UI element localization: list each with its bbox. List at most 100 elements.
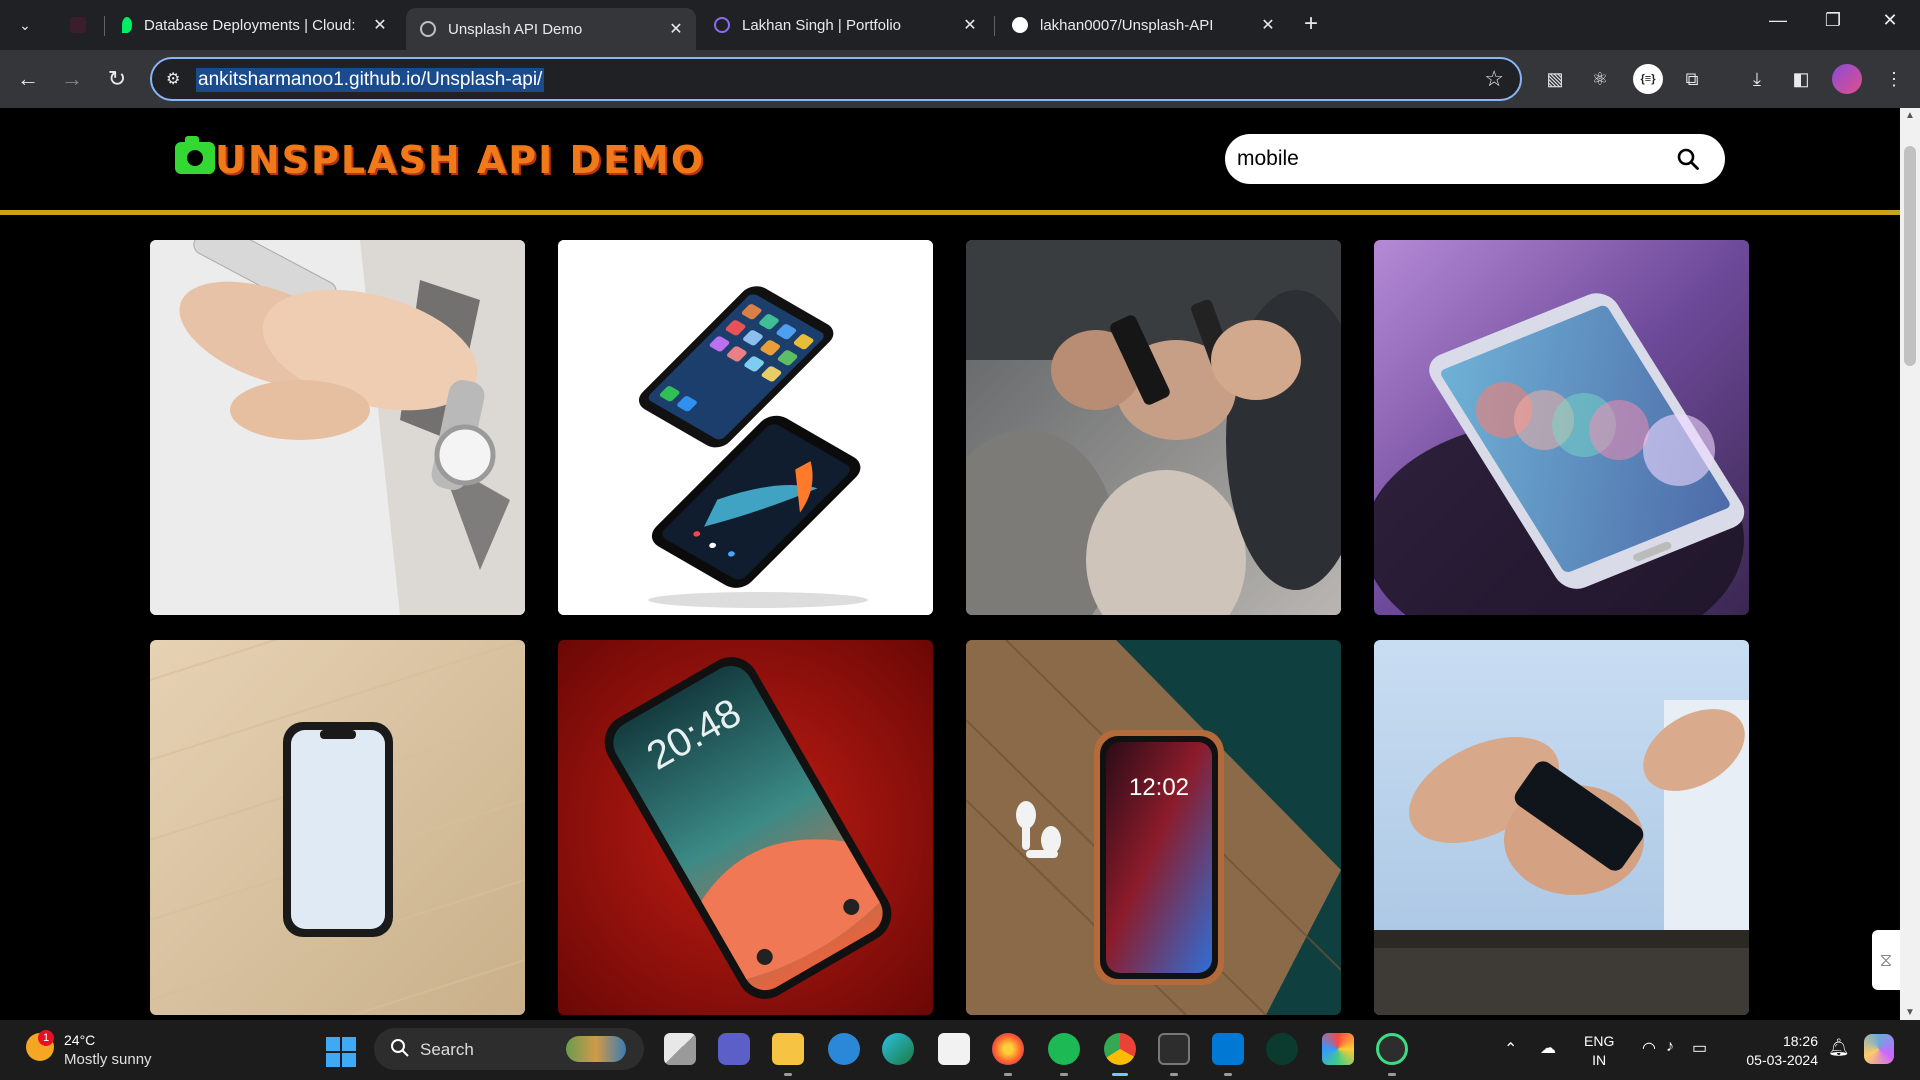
profile-avatar[interactable] [1832,64,1862,94]
language-indicator[interactable]: ENG IN [1584,1032,1614,1070]
mongodb-compass-icon[interactable] [1266,1033,1298,1065]
wifi-icon[interactable]: ◠ [1642,1038,1656,1058]
terminal-icon[interactable] [1158,1033,1190,1065]
weather-badge: 1 [38,1030,54,1046]
page-content: UNSPLASH API DEMO mobile 20:48 12:02 [0,108,1900,1020]
image-phone-bokeh [1374,240,1749,615]
gallery-image[interactable]: 20:48 [558,640,933,1015]
gallery-image[interactable] [966,240,1341,615]
tab-title: Unsplash API Demo [448,20,583,38]
git-app-icon[interactable] [1322,1033,1354,1065]
gallery-image[interactable] [150,240,525,615]
gallery-image[interactable]: 12:02 [966,640,1341,1015]
windows-taskbar: 1 24°C Mostly sunny Search ⌃ ☁ ENG IN ◠ … [0,1020,1920,1080]
minimize-icon[interactable]: — [1758,10,1798,31]
app-running-indicator [1004,1073,1012,1076]
react-devtools-icon[interactable]: ⚛ [1588,67,1612,91]
gallery-image[interactable] [1374,640,1749,1015]
taskbar-search-label: Search [420,1040,474,1059]
volume-icon[interactable]: ♪ [1666,1038,1674,1056]
image-man-holding-phone [1374,640,1749,1015]
tab-github-repo[interactable]: lakhan0007/Unsplash-API ✕ [998,8,1288,42]
image-two-smartphones [558,240,933,615]
file-explorer-icon[interactable] [772,1033,804,1065]
close-tab-icon[interactable]: ✕ [960,15,980,35]
tray-overflow-chevron-icon[interactable]: ⌃ [1504,1039,1517,1059]
weather-description[interactable]: Mostly sunny [64,1051,152,1068]
extensions-puzzle-icon[interactable]: ⧉ [1680,67,1704,91]
clock-date: 05-03-2024 [1746,1052,1818,1068]
camera-icon [175,136,215,174]
scroll-up-icon[interactable]: ▲ [1900,110,1920,121]
notification-bell-icon[interactable]: 🔔︎ [1828,1038,1850,1058]
restore-icon[interactable]: ❐ [1813,10,1853,31]
close-window-icon[interactable]: ✕ [1870,10,1910,31]
spotify-icon[interactable] [1048,1033,1080,1065]
browser-menu-icon[interactable]: ⋮ [1882,67,1906,91]
scroll-down-icon[interactable]: ▼ [1900,1007,1920,1018]
weather-temperature[interactable]: 24°C [64,1032,95,1048]
tab-title: Lakhan Singh | Portfolio [742,16,902,34]
search-input[interactable] [1237,134,1657,184]
close-tab-icon[interactable]: ✕ [370,15,390,35]
tab-lakhan-portfolio[interactable]: Lakhan Singh | Portfolio ✕ [700,8,990,42]
page-scrollbar[interactable]: ▲ ▼ [1900,108,1920,1020]
floating-side-widget-icon[interactable]: ⧖ [1872,930,1900,990]
start-windows-icon[interactable] [326,1037,356,1067]
download-icon[interactable]: ⤓ [1745,67,1769,91]
extra-app-icon[interactable] [1376,1033,1408,1065]
taskbar-search-icon [391,1039,409,1057]
browser-toolbar: ← → ↻ ⚙ ankitsharmanoo1.github.io/Unspla… [0,50,1920,108]
tab-title: lakhan0007/Unsplash-API [1040,16,1214,34]
tab-search-chevron-icon[interactable]: ⌄ [12,12,38,38]
address-bar[interactable]: ⚙ ankitsharmanoo1.github.io/Unsplash-api… [150,57,1522,101]
json-extension-icon[interactable]: {≡} [1633,64,1663,94]
tab-database-deployments[interactable]: Database Deployments | Cloud: ✕ [108,8,400,42]
mongodb-leaf-icon [122,17,132,33]
globe-icon [420,21,436,37]
microsoft-store-icon[interactable] [938,1033,970,1065]
clock[interactable]: 18:26 05-03-2024 [1738,1032,1818,1070]
app-active-indicator [1112,1073,1128,1076]
teams-icon[interactable] [718,1033,750,1065]
language-code: ENG [1584,1033,1615,1049]
gallery-image[interactable] [150,640,525,1015]
firefox-icon[interactable] [992,1033,1024,1065]
side-panel-icon[interactable]: ◧ [1789,67,1813,91]
site-logo: UNSPLASH API DEMO [215,138,706,182]
battery-icon[interactable]: ▭ [1692,1038,1707,1058]
close-tab-icon[interactable]: ✕ [666,19,686,39]
app-running-indicator [1060,1073,1068,1076]
edge-browser-icon[interactable] [882,1033,914,1065]
site-info-icon[interactable]: ⚙ [166,69,180,89]
help-icon[interactable] [828,1033,860,1065]
github-icon [1012,17,1028,33]
task-view-icon[interactable] [664,1033,696,1065]
onedrive-cloud-icon[interactable]: ☁ [1540,1038,1556,1058]
taskbar-search[interactable]: Search [374,1028,644,1070]
region-code: IN [1592,1052,1607,1068]
gallery-image[interactable] [1374,240,1749,615]
tab-title: Database Deployments | Cloud: [144,16,356,34]
close-tab-icon[interactable]: ✕ [1258,15,1278,35]
gallery-image[interactable] [558,240,933,615]
lockscreen-time: 12:02 [1129,774,1189,801]
tab-unsplash-api-demo[interactable]: Unsplash API Demo ✕ [406,8,696,50]
reload-icon[interactable]: ↻ [103,66,131,92]
search-icon[interactable] [1677,148,1699,170]
back-arrow-icon[interactable]: ← [14,66,42,92]
url-text[interactable]: ankitsharmanoo1.github.io/Unsplash-api/ [196,68,545,92]
bookmark-star-icon[interactable]: ☆ [1484,66,1504,92]
search-box [1225,134,1725,184]
tab-strip: ⌄ Database Deployments | Cloud: ✕ Unspla… [0,0,1920,50]
forward-arrow-icon[interactable]: → [58,66,86,92]
copilot-icon[interactable] [1864,1034,1894,1064]
portfolio-favicon-icon [714,17,730,33]
chrome-icon[interactable] [1104,1033,1136,1065]
new-tab-icon[interactable]: + [1304,12,1318,36]
extension-icon[interactable]: ▧ [1543,67,1567,91]
image-phone-lockscreen-red: 20:48 [558,640,933,1015]
vscode-icon[interactable] [1212,1033,1244,1065]
tab-pinned[interactable] [56,8,96,42]
scroll-thumb[interactable] [1904,146,1916,366]
